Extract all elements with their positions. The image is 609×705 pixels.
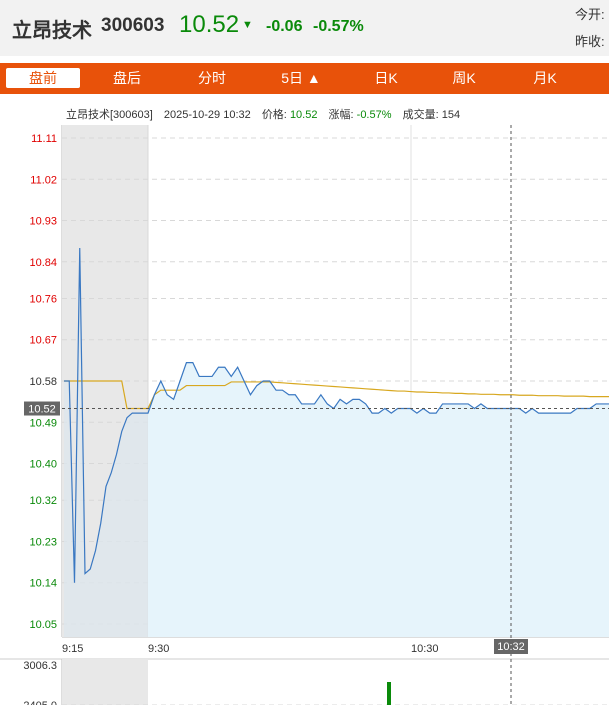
info-price-label: 价格:: [262, 107, 287, 121]
y-tick-label: 10.93: [29, 216, 57, 228]
tab-weekly-k[interactable]: 周K: [427, 63, 501, 94]
stock-change-pct: -0.57%: [313, 18, 364, 35]
info-volume-label: 成交量:: [403, 107, 439, 121]
x-tick-label: 9:15: [62, 643, 83, 655]
y-tick-label: 10.23: [29, 536, 57, 548]
info-datetime: 2025-10-29 10:32: [164, 109, 251, 121]
prev-close-label: 昨收:: [575, 34, 605, 49]
stock-code: 300603: [101, 15, 165, 36]
stock-change: -0.06: [266, 18, 303, 35]
open-label: 今开:: [575, 7, 605, 22]
x-tick-label: 9:30: [148, 643, 169, 655]
tab-afterhours[interactable]: 盘后: [90, 63, 164, 94]
crosshair-price-label: 10.52: [28, 404, 56, 416]
tab-5day[interactable]: 5日 ▲: [264, 63, 338, 94]
y-tick-label: 10.32: [29, 495, 57, 507]
y-tick-label: 11.11: [31, 133, 57, 145]
y-tick-label: 10.67: [29, 335, 57, 347]
y-tick-label: 10.58: [29, 376, 57, 388]
price-area-fill: [148, 362, 609, 637]
tab-premarket[interactable]: 盘前: [6, 68, 80, 88]
volume-tick-label: 2405.0: [23, 700, 57, 705]
volume-tick-label: 3006.3: [23, 660, 57, 672]
y-tick-label: 11.02: [30, 174, 57, 186]
volume-bar: [387, 682, 391, 705]
chart-body: 11.11 11.02 10.93 10.84 10.76 10.67 10.58 10.49…: [0, 125, 609, 705]
info-volume: 154: [442, 109, 460, 121]
premarket-volume-shade: [62, 659, 148, 705]
chart-period-tabs: 盘前 盘后 分时 5日 ▲ 日K 周K 月K: [0, 63, 609, 94]
down-arrow-icon: ▼: [242, 19, 253, 31]
y-tick-label: 10.76: [29, 293, 57, 305]
intraday-chart[interactable]: 立昂技术[300603] 2025-10-29 10:32 价格: 10.52 …: [0, 95, 609, 705]
info-change-label: 涨幅:: [329, 108, 354, 121]
info-change: -0.57%: [357, 109, 392, 121]
x-tick-label: 10:30: [411, 643, 439, 655]
stock-price: 10.52: [179, 11, 240, 38]
tab-monthly-k[interactable]: 月K: [508, 63, 582, 94]
y-tick-label: 10.05: [29, 619, 57, 631]
y-tick-label: 10.84: [29, 257, 57, 269]
crosshair-time-label: 10:32: [497, 641, 525, 653]
stock-name: 立昂技术: [12, 20, 92, 42]
y-tick-label: 10.40: [29, 459, 57, 471]
chart-info-bar: 立昂技术[300603] 2025-10-29 10:32 价格: 10.52 …: [66, 107, 460, 121]
info-title: 立昂技术[300603]: [66, 107, 153, 121]
info-price: 10.52: [290, 109, 318, 121]
tab-daily-k[interactable]: 日K: [349, 63, 423, 94]
y-tick-label: 10.49: [29, 417, 57, 429]
y-tick-label: 10.14: [29, 578, 57, 590]
tab-intraday[interactable]: 分时: [175, 63, 249, 94]
quote-header: 立昂技术 300603 10.52 ▼ -0.06 -0.57% 今开: 昨收:: [0, 0, 609, 56]
